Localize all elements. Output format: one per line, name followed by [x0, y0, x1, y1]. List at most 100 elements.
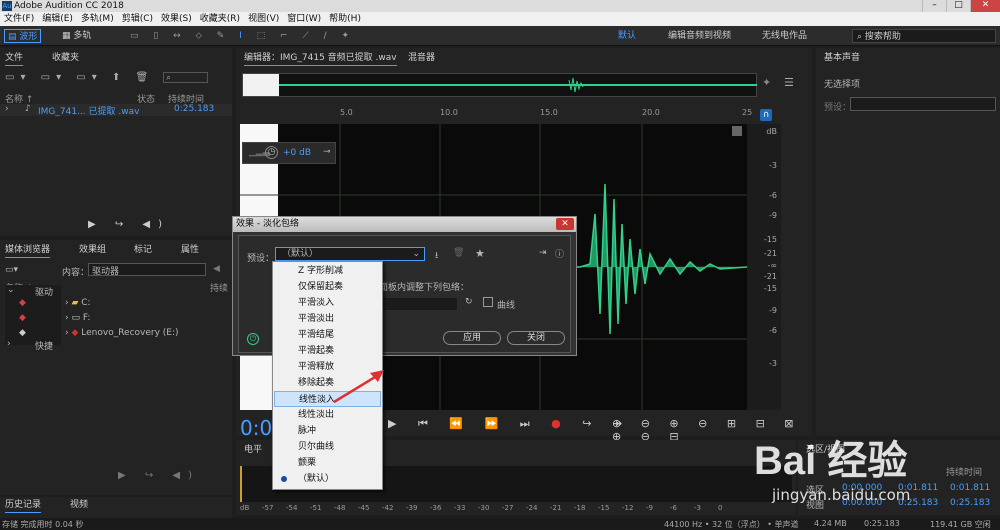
media-browser-panel: 媒体浏览器 效果组 标记 属性 ▭▾ 内容： 驱动器 ◀ 名称 ↑ 持续 ⌄ 驱… — [0, 240, 232, 495]
favorite-star-icon[interactable]: ★ — [475, 247, 485, 260]
menu-favorites[interactable]: 收藏夹(R) — [196, 12, 244, 26]
tab-mixer[interactable]: 混音器 — [408, 50, 435, 66]
tab-files[interactable]: 文件 — [5, 50, 24, 66]
tab-media-browser[interactable]: 媒体浏览器 — [5, 242, 51, 258]
dialog-close-icon[interactable]: ✕ — [556, 218, 574, 230]
transport-controls[interactable]: ▶ ⏮ ⏪ ⏩ ⏭ ● ↪ ↠ — [388, 417, 631, 431]
level-tick: -24 — [526, 504, 538, 512]
drive-list-item[interactable]: › ◆ Lenovo_Recovery (E:) — [65, 328, 179, 338]
preset-option[interactable]: （默认） — [274, 471, 381, 487]
waveform-view-button[interactable]: ▤ 波形 — [4, 29, 42, 43]
drive-list-item[interactable]: › ▭ F: — [65, 313, 90, 323]
overview-viewport[interactable] — [243, 74, 279, 96]
search-input[interactable]: ⌕ 搜索帮助 — [852, 29, 996, 43]
dialog-preset-dropdown[interactable]: （默认） ⌄ — [275, 247, 425, 261]
content-value: 驱动器 — [92, 267, 120, 277]
drive-list-item[interactable]: › ▰ C: — [65, 298, 91, 308]
info-icon[interactable]: ⓘ — [555, 247, 564, 260]
zoom-icon[interactable]: ✦ — [762, 76, 771, 89]
corner-icon[interactable] — [732, 126, 742, 136]
workspace-radio[interactable]: 无线电作品 — [762, 29, 807, 43]
preset-option[interactable]: 颤栗 — [274, 455, 381, 471]
workspace-edit-video[interactable]: 编辑音频到视频 — [668, 29, 731, 43]
ruler-tick: 20.0 — [642, 108, 660, 117]
tab-markers[interactable]: 标记 — [134, 242, 152, 258]
drive-e-icon: ◆ — [19, 328, 26, 338]
media-playback-controls[interactable]: ▶ ↪ ◀) — [118, 470, 200, 481]
ruler-tick: 10.0 — [440, 108, 458, 117]
tab-video[interactable]: 视频 — [70, 497, 88, 513]
tab-history[interactable]: 历史记录 — [5, 497, 42, 513]
apply-button[interactable]: 应用 — [443, 331, 501, 345]
dialog-preset-label: 预设： — [247, 254, 275, 264]
drive-icon: ▭▾ — [5, 265, 19, 275]
volume-knob-icon[interactable]: ◷ — [265, 146, 278, 159]
content-dropdown[interactable]: 驱动器 — [88, 263, 206, 277]
tab-properties[interactable]: 属性 — [181, 242, 199, 258]
close-button[interactable]: 关闭 — [507, 331, 565, 345]
level-tick: dB — [240, 504, 250, 512]
curve-checkbox[interactable] — [483, 297, 493, 307]
menu-multitrack[interactable]: 多轨(M) — [77, 12, 118, 26]
essential-sound-panel: 基本声音 无选择项 预设： — [816, 48, 1000, 436]
route-icon[interactable]: ⇥ — [539, 248, 547, 258]
envelope-mini-graph[interactable] — [379, 298, 457, 310]
es-preset-dropdown[interactable] — [850, 97, 996, 111]
media-col-duration[interactable]: 持续 — [210, 281, 228, 294]
level-tick: -15 — [598, 504, 610, 512]
tree-shortcut-label[interactable]: 快捷 — [35, 339, 53, 352]
time-ruler[interactable]: 5.0 10.0 15.0 20.0 25 — [240, 108, 754, 122]
menu-effects[interactable]: 效果(S) — [157, 12, 196, 26]
menu-view[interactable]: 视图(V) — [244, 12, 283, 26]
multitrack-label: 多轨 — [73, 31, 92, 41]
status-samplerate: 44100 Hz • 32 位（浮点） • 单声道 — [664, 520, 799, 529]
baidu-watermark: Bai 经验 jingyan.baidu.com — [754, 420, 970, 506]
db-scale: dB -3 -6 -9 -15 -21 -∞ -21 -15 -9 -6 -3 — [747, 124, 781, 410]
multitrack-view-button[interactable]: ▦ 多轨 — [62, 29, 91, 43]
waveform-label: 波形 — [19, 32, 38, 42]
menu-clip[interactable]: 剪辑(C) — [118, 12, 157, 26]
reset-icon[interactable]: ↻ — [465, 297, 473, 307]
chevron-right-icon[interactable]: › — [5, 104, 9, 114]
maximize-icon[interactable]: □ — [946, 0, 970, 12]
download-preset-icon[interactable]: ⭳ — [435, 248, 438, 264]
close-icon[interactable]: ✕ — [970, 0, 1000, 12]
tree-drive-label[interactable]: 驱动 — [35, 285, 53, 298]
preset-option[interactable]: 平滑淡出 — [274, 311, 381, 327]
spectral-toggle-icon[interactable]: ☰ — [784, 76, 794, 89]
menu-help[interactable]: 帮助(H) — [325, 12, 365, 26]
chevron-right-icon[interactable]: › — [7, 339, 11, 349]
level-tick: -21 — [550, 504, 562, 512]
preset-option[interactable]: 平滑结尾 — [274, 327, 381, 343]
minimize-icon[interactable]: – — [922, 0, 946, 12]
preset-option[interactable]: 平滑起奏 — [274, 343, 381, 359]
level-tick: -39 — [406, 504, 418, 512]
drive-e-label: Lenovo_Recovery (E:) — [81, 328, 179, 338]
back-arrow-icon[interactable]: ◀ — [213, 264, 220, 274]
tab-favorites[interactable]: 收藏夹 — [52, 50, 79, 66]
workspace-default[interactable]: 默认 — [618, 29, 636, 43]
pin-icon[interactable]: ⊸ — [323, 147, 331, 157]
chevron-down-icon[interactable]: ⌄ — [7, 285, 15, 295]
tab-effects-rack[interactable]: 效果组 — [79, 242, 106, 258]
menu-file[interactable]: 文件(F) — [0, 12, 38, 26]
power-icon[interactable]: ⏻ — [247, 333, 259, 345]
preset-option[interactable]: 线性淡出 — [274, 407, 381, 423]
files-playback-controls[interactable]: ▶ ↪ ◀) — [88, 219, 170, 230]
file-row[interactable]: › ♪ IMG_741... 已提取 .wav 0:25.183 — [0, 104, 232, 117]
snap-icon[interactable]: ∩ — [760, 109, 772, 121]
preset-option[interactable]: 脉冲 — [274, 423, 381, 439]
dialog-hint-text: 面板内调整下列包络： — [379, 283, 470, 293]
preset-option[interactable]: 平滑淡入 — [274, 295, 381, 311]
files-toolbar[interactable]: ▭▾ ▭▾ ▭▾ ⬆ 🗑 ⌕ — [5, 72, 208, 83]
preset-option[interactable]: 仅保留起奏 — [274, 279, 381, 295]
delete-preset-icon[interactable]: 🗑 — [453, 248, 464, 258]
toolbar-tools[interactable]: ▭ ▯ ↔ ⬦ ✎ I ⬚ ⌐ ⟋ ∕ ✦ — [130, 29, 355, 43]
volume-value[interactable]: +0 dB — [283, 148, 311, 158]
menu-window[interactable]: 窗口(W) — [283, 12, 325, 26]
preset-option[interactable]: Z 字形削减 — [274, 263, 381, 279]
tab-editor[interactable]: 编辑器：IMG_7415 音频已提取 .wav — [244, 50, 397, 66]
preset-option[interactable]: 贝尔曲线 — [274, 439, 381, 455]
waveform-overview[interactable] — [242, 73, 757, 97]
menu-edit[interactable]: 编辑(E) — [38, 12, 77, 26]
